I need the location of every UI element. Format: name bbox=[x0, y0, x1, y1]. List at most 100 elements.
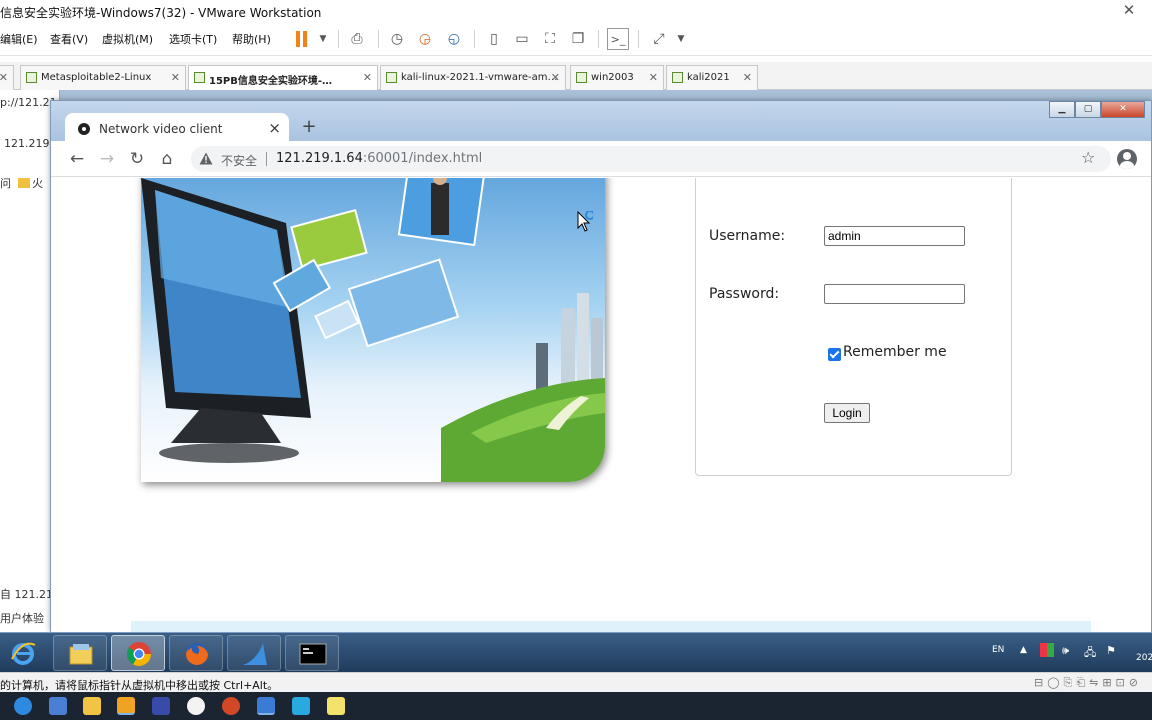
camera-favicon-icon bbox=[78, 123, 90, 135]
url-divider bbox=[266, 152, 267, 166]
warning-triangle-icon[interactable] bbox=[199, 152, 213, 165]
close-icon[interactable]: ✕ bbox=[0, 71, 8, 84]
vm-tab-15pb[interactable]: 15PB信息安全实验环境-… ✕ bbox=[188, 65, 378, 91]
stretch-dropdown-icon[interactable]: ▼ bbox=[670, 28, 692, 50]
reload-icon[interactable]: ↻ bbox=[126, 148, 148, 170]
explorer-taskbar-button[interactable] bbox=[53, 635, 107, 671]
snapshot-icon[interactable]: ◷ bbox=[386, 28, 408, 50]
powerpoint-icon[interactable] bbox=[222, 697, 240, 715]
vmware-status-message: 的计算机，请将鼠标指针从虚拟机中移出或按 Ctrl+Alt。 bbox=[0, 679, 279, 692]
internet-explorer-icon bbox=[11, 642, 36, 665]
app-icon[interactable] bbox=[292, 697, 310, 715]
close-icon[interactable]: ✕ bbox=[171, 71, 180, 84]
thumbnail-bar-icon[interactable]: ▭ bbox=[511, 28, 533, 50]
vm-tab-metasploitable[interactable]: Metasploitable2-Linux ✕ bbox=[20, 65, 186, 90]
close-icon[interactable]: ✕ bbox=[743, 71, 752, 84]
clock-fragment[interactable]: 202 bbox=[1136, 653, 1152, 663]
menu-view[interactable]: 查看(V) bbox=[50, 31, 88, 47]
address-bar[interactable]: 不安全 121.219.1.64:60001/index.html bbox=[191, 146, 1111, 172]
snapshot-manager-icon[interactable]: ◵ bbox=[443, 28, 465, 50]
unity-icon[interactable]: ❐ bbox=[567, 28, 589, 50]
wireshark-taskbar-button[interactable] bbox=[227, 635, 281, 671]
background-folder-fragment: 火 bbox=[12, 175, 43, 191]
new-tab-button[interactable]: + bbox=[299, 117, 319, 137]
password-input[interactable] bbox=[824, 284, 965, 304]
input-language[interactable]: EN bbox=[992, 645, 1004, 655]
console-view-icon[interactable]: >_ bbox=[607, 28, 629, 50]
vmware-titlebar: 信息安全实验环境-Windows7(32) - VMware Workstati… bbox=[0, 0, 1152, 22]
volume-icon[interactable]: 🕪 bbox=[1062, 644, 1069, 658]
maximize-button[interactable]: ▢ bbox=[1075, 101, 1101, 118]
close-icon[interactable]: ✕ bbox=[363, 71, 372, 84]
vm-tab-kali-linux[interactable]: kali-linux-2021.1-vmware-am… ✕ bbox=[380, 65, 566, 90]
username-input[interactable] bbox=[824, 226, 965, 246]
vmware-close-button[interactable]: ✕ bbox=[1112, 0, 1146, 20]
close-icon[interactable]: ✕ bbox=[649, 71, 658, 84]
toolbar-separator bbox=[638, 30, 639, 48]
close-icon[interactable]: ✕ bbox=[551, 71, 560, 84]
edge-icon[interactable] bbox=[14, 697, 32, 715]
cmd-taskbar-button[interactable] bbox=[285, 635, 339, 671]
vm-icon bbox=[386, 72, 397, 83]
menu-edit[interactable]: 编辑(E) bbox=[0, 31, 38, 47]
vm-icon bbox=[194, 72, 205, 83]
browser-tab[interactable]: Network video client × bbox=[65, 113, 289, 143]
browser-toolbar: ← → ↻ ⌂ 不安全 121.219.1.64:60001/index.htm… bbox=[51, 141, 1151, 177]
show-library-icon[interactable]: ▯ bbox=[483, 28, 505, 50]
flag-icon[interactable]: ⚑ bbox=[1106, 644, 1116, 657]
back-arrow-icon[interactable]: ← bbox=[66, 148, 88, 170]
browser-tab-title: Network video client bbox=[99, 122, 223, 136]
mail-icon[interactable] bbox=[49, 697, 67, 715]
home-icon[interactable]: ⌂ bbox=[156, 148, 178, 170]
full-screen-icon[interactable]: ⛶ bbox=[539, 28, 561, 50]
not-secure-label[interactable]: 不安全 bbox=[221, 152, 257, 169]
visual-studio-icon[interactable] bbox=[152, 697, 170, 715]
chrome-taskbar-button[interactable] bbox=[111, 635, 165, 671]
menu-help[interactable]: 帮助(H) bbox=[232, 31, 271, 47]
mouse-cursor-icon bbox=[577, 211, 593, 232]
pause-dropdown-icon[interactable]: ▼ bbox=[312, 28, 334, 50]
vm-tab-win2003[interactable]: win2003 ✕ bbox=[570, 65, 664, 90]
pause-icon[interactable] bbox=[296, 31, 308, 47]
vm-tab-partial[interactable]: ✕ bbox=[0, 65, 14, 90]
profile-icon[interactable] bbox=[1117, 149, 1137, 169]
background-url-fragment: p://121.21 bbox=[0, 96, 57, 109]
send-ctrl-alt-del-icon[interactable]: ⎙ bbox=[346, 28, 368, 50]
firefox-taskbar-button[interactable] bbox=[169, 635, 223, 671]
vm-tab-label: 15PB信息安全实验环境-… bbox=[209, 76, 333, 87]
stretch-guest-icon[interactable]: ⤢ bbox=[648, 28, 670, 50]
url-text[interactable]: 121.219.1.64:60001/index.html bbox=[276, 151, 482, 166]
vm-icon bbox=[672, 72, 683, 83]
show-hidden-icons[interactable]: ▲ bbox=[1020, 645, 1027, 655]
vm-tab-kali2021[interactable]: kali2021 ✕ bbox=[666, 65, 758, 90]
notepad-icon[interactable] bbox=[327, 697, 345, 715]
ie-taskbar-button[interactable] bbox=[0, 635, 50, 671]
chrome-host-icon[interactable] bbox=[187, 697, 205, 715]
device-status-icons[interactable]: ⊟◯⎘⎗⇋⊞⊡⊘ bbox=[1034, 676, 1142, 690]
menu-vm[interactable]: 虚拟机(M) bbox=[102, 31, 153, 47]
background-bookmark-fragment: 问 bbox=[0, 177, 11, 190]
window-controls: ▁ ▢ ✕ bbox=[1049, 101, 1145, 119]
login-button[interactable]: Login bbox=[824, 403, 870, 423]
revert-snapshot-icon[interactable]: ◶ bbox=[414, 28, 436, 50]
remember-me-checkbox[interactable] bbox=[828, 348, 841, 361]
login-panel: Username: Password: Remember me Login bbox=[695, 178, 1012, 476]
app-icon[interactable] bbox=[257, 697, 275, 715]
network-icon[interactable]: 🖧 bbox=[1084, 644, 1096, 663]
close-button[interactable]: ✕ bbox=[1101, 101, 1145, 118]
menu-tabs[interactable]: 选项卡(T) bbox=[169, 31, 217, 47]
minimize-button[interactable]: ▁ bbox=[1049, 101, 1075, 118]
remember-me-label[interactable]: Remember me bbox=[843, 344, 947, 360]
vmware-menubar: 编辑(E) 查看(V) 虚拟机(M) 选项卡(T) 帮助(H) ▼ ⎙ ◷ ◶ … bbox=[0, 22, 1152, 56]
vm-icon bbox=[576, 72, 587, 83]
forward-arrow-icon[interactable]: → bbox=[96, 148, 118, 170]
tab-close-icon[interactable]: × bbox=[268, 119, 281, 137]
action-center-icon[interactable] bbox=[1040, 643, 1054, 657]
hero-image bbox=[141, 178, 605, 482]
vmware-taskbar-icon[interactable] bbox=[117, 697, 135, 715]
file-explorer-icon[interactable] bbox=[83, 697, 101, 715]
url-path: :60001/index.html bbox=[362, 151, 483, 166]
wireshark-icon bbox=[243, 643, 267, 665]
star-icon[interactable]: ☆ bbox=[1081, 148, 1095, 167]
toolbar-separator bbox=[338, 30, 339, 48]
